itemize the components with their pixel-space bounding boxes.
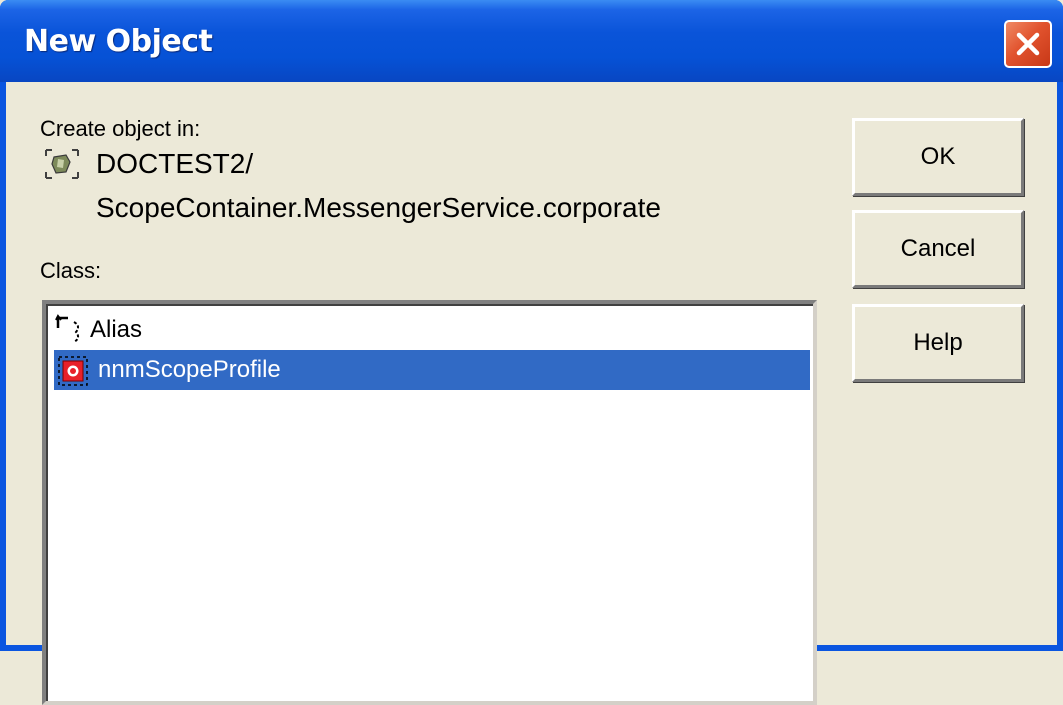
list-item-nnmscopeprofile[interactable]: nnmScopeProfile [54,350,810,390]
cancel-button[interactable]: Cancel [852,210,1024,288]
class-label: Class: [40,258,102,283]
scope-profile-icon [58,356,88,391]
list-item-label: Alias [90,316,143,343]
container-icon [44,148,80,185]
create-object-in-label: Create object in: [40,116,201,141]
title-bar[interactable]: New Object [0,0,1063,82]
new-object-dialog: New Object Create object in: DOCTEST2/ S… [0,0,1063,705]
alias-icon [54,314,84,351]
dialog-body: Create object in: DOCTEST2/ ScopeContain… [6,82,1057,705]
container-path-line1: DOCTEST2/ [96,148,254,179]
container-path-line2: ScopeContainer.MessengerService.corporat… [96,192,661,223]
close-button[interactable] [1004,20,1052,68]
list-item-alias[interactable]: Alias [54,310,810,350]
window-title: New Object [24,24,213,59]
help-button[interactable]: Help [852,304,1024,382]
ok-button[interactable]: OK [852,118,1024,196]
close-icon [1016,32,1040,56]
list-item-label: nnmScopeProfile [98,356,281,383]
class-listbox[interactable]: Alias nnmScopeProfile [42,300,817,705]
